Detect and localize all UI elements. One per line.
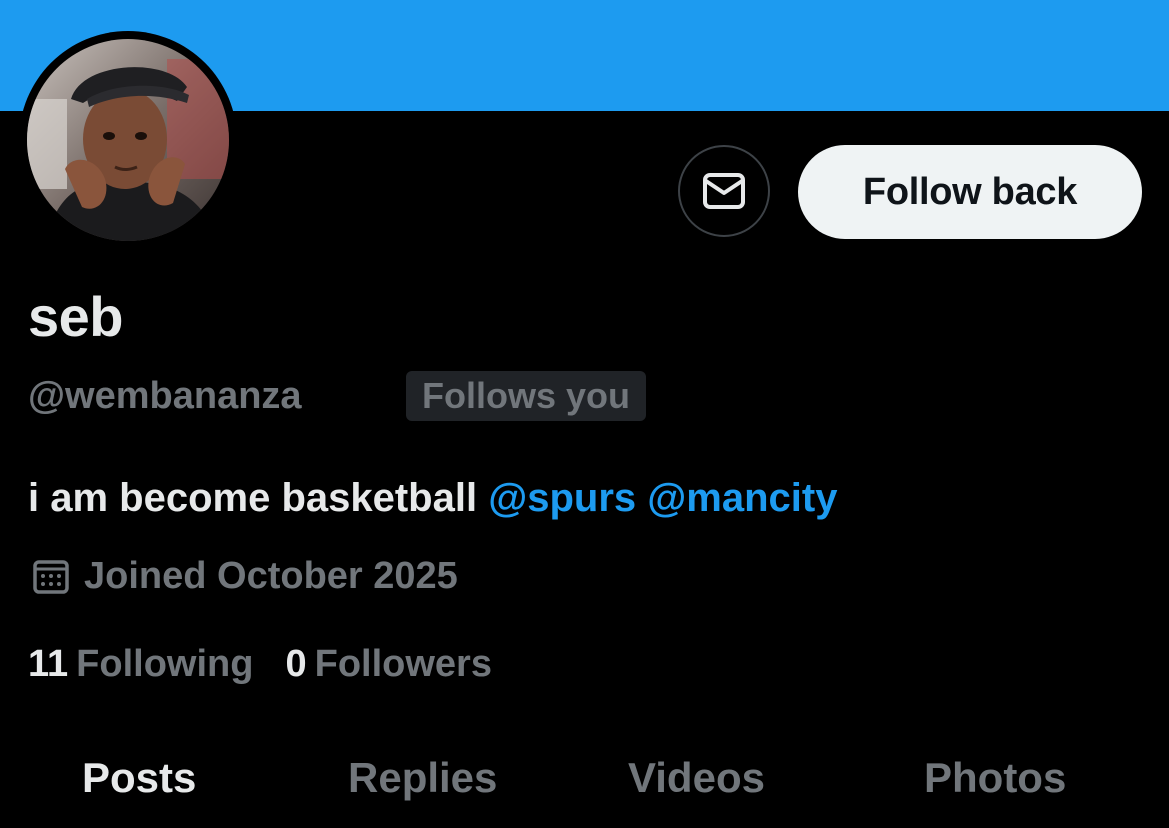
bio-mention-mancity[interactable]: @mancity <box>647 476 837 520</box>
followers-label: Followers <box>314 643 492 685</box>
message-button[interactable] <box>678 145 770 237</box>
follows-you-badge: Follows you <box>406 371 647 421</box>
joined-date: Joined October 2025 <box>32 552 458 600</box>
avatar[interactable] <box>19 31 237 249</box>
bio: i am become basketball @spurs @mancity <box>28 472 837 524</box>
tab-replies[interactable]: Replies <box>348 748 497 808</box>
bio-mention-spurs[interactable]: @spurs <box>488 476 636 520</box>
bio-text: i am become basketball <box>28 476 478 520</box>
following-count: 11 <box>28 643 69 685</box>
followers-count: 0 <box>285 643 307 685</box>
user-handle: @wembananza <box>28 375 302 417</box>
display-name: seb <box>28 285 124 348</box>
following-label: Following <box>76 643 254 685</box>
avatar-photo <box>27 39 229 241</box>
following-link[interactable]: 11 Following <box>28 640 253 688</box>
tab-photos[interactable]: Photos <box>924 748 1066 808</box>
joined-text: Joined October 2025 <box>84 555 458 597</box>
tab-posts[interactable]: Posts <box>82 748 196 808</box>
profile-tabs: Posts Replies Videos Photos <box>0 748 1169 812</box>
calendar-icon <box>33 560 69 594</box>
tab-videos[interactable]: Videos <box>628 748 765 808</box>
follow-back-button[interactable]: Follow back <box>798 145 1142 239</box>
follow-stats: 11 Following 0 Followers <box>28 640 492 688</box>
followers-link[interactable]: 0 Followers <box>285 640 492 688</box>
envelope-icon <box>703 173 745 209</box>
